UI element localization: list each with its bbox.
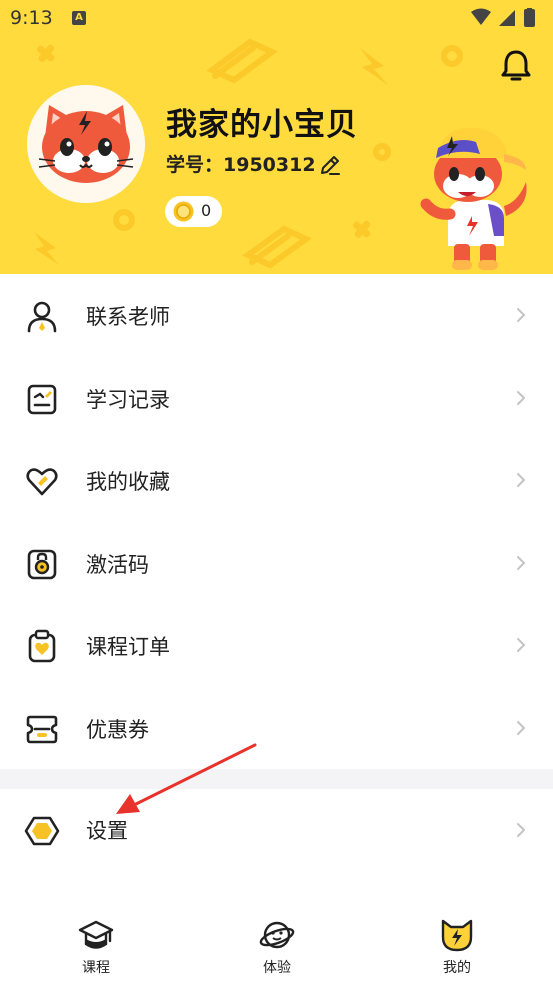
coin-icon xyxy=(173,201,194,222)
graduation-cap-icon xyxy=(78,920,114,949)
tab-label: 课程 xyxy=(82,960,110,976)
chevron-right-icon xyxy=(517,308,525,322)
teacher-icon xyxy=(27,301,57,333)
fox-mascot-illustration xyxy=(420,127,527,270)
pencil-edit-icon[interactable] xyxy=(318,153,342,177)
tab-courses[interactable]: 课程 xyxy=(36,908,156,983)
battery-icon xyxy=(524,9,535,27)
chevron-right-icon xyxy=(517,390,525,405)
nickname: 我家的小宝贝 xyxy=(166,107,358,143)
signal-icon xyxy=(499,10,515,26)
menu-item-activation-code[interactable]: 激活码 xyxy=(0,522,553,605)
menu-item-favorites[interactable]: 我的收藏 xyxy=(0,439,553,522)
tab-mine[interactable]: 我的 xyxy=(397,908,517,983)
status-bar: 9:13 A xyxy=(0,0,553,36)
status-time: 9:13 xyxy=(10,7,53,29)
notification-a-icon: A xyxy=(72,11,86,25)
fox-avatar-icon xyxy=(27,85,145,203)
menu-list: 联系老师 学习记录 我的收藏 激活码 课程订单 优惠券 xyxy=(0,274,553,769)
menu-item-course-orders[interactable]: 课程订单 xyxy=(0,604,553,687)
menu-item-label: 学习记录 xyxy=(86,387,170,412)
profile-header: 9:13 A 我家的小宝贝 学号：1950312 0 xyxy=(0,0,553,274)
menu-item-coupons[interactable]: 优惠券 xyxy=(0,687,553,770)
heart-icon xyxy=(26,468,58,496)
chevron-right-icon xyxy=(517,823,525,837)
coin-balance[interactable]: 0 xyxy=(165,196,222,227)
student-id: 学号：1950312 xyxy=(166,154,316,176)
bell-icon[interactable] xyxy=(499,48,533,84)
avatar[interactable] xyxy=(27,85,145,203)
menu-item-label: 联系老师 xyxy=(86,305,170,329)
section-divider xyxy=(0,769,553,789)
planet-icon xyxy=(259,921,295,949)
menu-item-label: 我的收藏 xyxy=(86,470,170,494)
status-icons xyxy=(471,8,535,27)
chevron-right-icon xyxy=(517,720,525,735)
fox-face-icon xyxy=(441,919,473,952)
bottom-tab-bar: 课程 体验 我的 xyxy=(0,908,553,983)
menu-item-label: 激活码 xyxy=(86,552,149,577)
menu-item-study-record[interactable]: 学习记录 xyxy=(0,357,553,440)
chevron-right-icon xyxy=(517,473,525,487)
wifi-icon xyxy=(471,8,491,25)
tab-label: 体验 xyxy=(263,960,291,976)
chevron-right-icon xyxy=(517,555,525,570)
menu-item-settings[interactable]: 设置 xyxy=(0,789,553,871)
settings-label: 设置 xyxy=(86,819,128,843)
lock-icon xyxy=(27,549,57,579)
menu-item-contact-teacher[interactable]: 联系老师 xyxy=(0,274,553,357)
tab-experience[interactable]: 体验 xyxy=(217,908,337,983)
study-record-icon xyxy=(27,384,57,414)
coupon-icon xyxy=(26,715,58,743)
clipboard-icon xyxy=(28,629,56,663)
chevron-right-icon xyxy=(517,638,525,652)
coin-count: 0 xyxy=(201,201,212,220)
hexagon-settings-icon xyxy=(24,816,60,846)
menu-item-label: 优惠券 xyxy=(86,717,149,742)
tab-label: 我的 xyxy=(443,960,471,976)
menu-item-label: 课程订单 xyxy=(86,635,170,659)
